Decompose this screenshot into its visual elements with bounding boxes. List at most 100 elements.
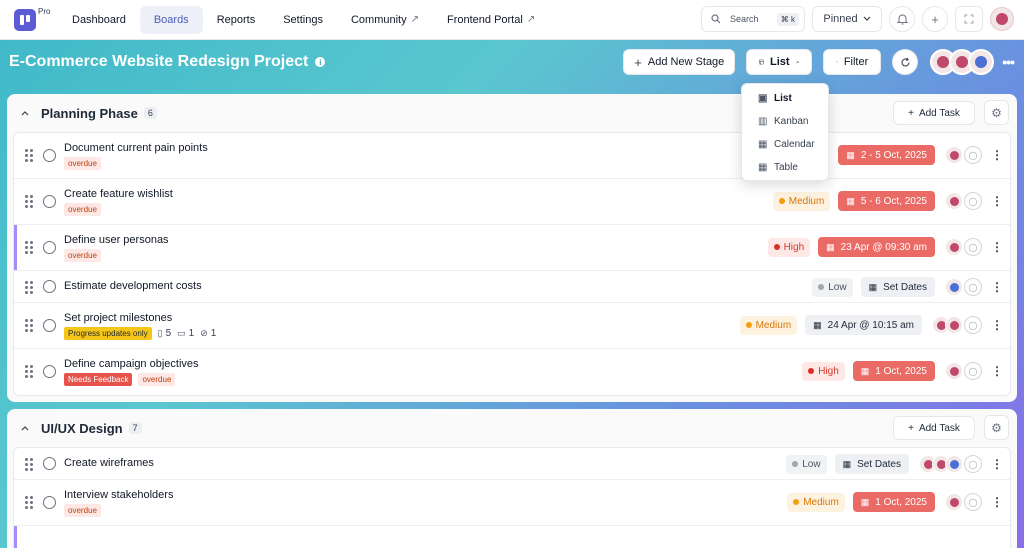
task-name[interactable]: Set project milestones — [64, 312, 172, 324]
project-members[interactable] — [930, 49, 995, 75]
task-checkbox[interactable] — [43, 241, 56, 254]
task-name[interactable]: Create feature wishlist — [64, 188, 173, 200]
add-task-label: Add Task — [918, 107, 960, 119]
due-date-pill[interactable]: ▦ 2 - 5 Oct, 2025 — [838, 145, 935, 165]
task-name[interactable]: Create wireframes — [64, 457, 154, 469]
task-row[interactable]: Document current pain points overdue ▦ 2 … — [14, 133, 1010, 179]
due-date-pill[interactable]: ▦ 24 Apr @ 10:15 am — [805, 315, 922, 335]
user-avatar[interactable] — [990, 7, 1014, 31]
task-checkbox[interactable] — [43, 319, 56, 332]
kebab-icon[interactable]: ⋮ — [987, 280, 1007, 294]
assignees[interactable]: ◯ — [919, 455, 982, 473]
kebab-icon[interactable]: ⋮ — [987, 495, 1007, 509]
drag-handle-icon[interactable] — [25, 458, 33, 471]
due-date-pill[interactable]: ▦ 1 Oct, 2025 — [852, 492, 935, 512]
filter-button[interactable]: Filter — [823, 49, 882, 75]
nav-reports[interactable]: Reports — [203, 6, 270, 34]
kebab-icon[interactable]: ⋮ — [987, 148, 1007, 162]
collapse-button[interactable] — [17, 420, 33, 436]
stage-settings-button[interactable]: ⚙ — [984, 100, 1009, 125]
drag-handle-icon[interactable] — [25, 195, 33, 208]
assignees[interactable]: ◯ — [945, 146, 982, 164]
priority-badge[interactable]: High — [802, 361, 845, 381]
assignees[interactable]: ◯ — [945, 362, 982, 380]
drag-handle-icon[interactable] — [25, 496, 33, 509]
task-name[interactable]: Document current pain points — [64, 142, 208, 154]
drag-handle-icon[interactable] — [25, 365, 33, 378]
priority-badge[interactable]: Low — [786, 454, 827, 474]
assignees[interactable]: ◯ — [945, 192, 982, 210]
notifications-button[interactable] — [889, 6, 915, 32]
drag-handle-icon[interactable] — [25, 319, 33, 332]
fullscreen-button[interactable] — [955, 6, 983, 32]
priority-badge[interactable]: High — [767, 237, 811, 257]
kebab-icon[interactable]: ⋮ — [987, 240, 1007, 254]
kebab-icon[interactable]: ⋮ — [987, 457, 1007, 471]
assignees[interactable]: ◯ — [945, 493, 982, 511]
app-logo[interactable] — [14, 8, 36, 31]
nav-frontend-portal[interactable]: Frontend Portal ↗ — [433, 6, 549, 34]
more-icon[interactable]: ••• — [1002, 54, 1015, 70]
task-row[interactable]: Create wireframes Low ▦ Set Dates ◯ ⋮ — [14, 448, 1010, 480]
task-row[interactable]: Interview stakeholders overdue Medium ▦ 1… — [14, 480, 1010, 526]
task-row[interactable]: Create feature wishlist overdue Medium ▦… — [14, 179, 1010, 225]
collapse-button[interactable] — [17, 105, 33, 121]
task-checkbox[interactable] — [43, 280, 56, 293]
task-row[interactable]: Set project milestones Progress updates … — [14, 303, 1010, 349]
task-checkbox[interactable] — [43, 457, 56, 470]
task-row[interactable]: Define user personas overdue High ▦ 23 Ap… — [14, 225, 1010, 271]
stage-settings-button[interactable]: ⚙ — [984, 415, 1009, 440]
view-option-kanban[interactable]: ▥ Kanban — [742, 110, 828, 133]
assignees[interactable]: ◯ — [945, 238, 982, 256]
priority-badge[interactable]: Low — [812, 277, 853, 297]
set-dates-button[interactable]: ▦ Set Dates — [860, 277, 935, 297]
priority-badge[interactable]: Medium — [787, 492, 845, 512]
drag-handle-icon[interactable] — [25, 241, 33, 254]
assignees[interactable]: ◯ — [945, 278, 982, 296]
drag-handle-icon[interactable] — [25, 149, 33, 162]
add-new-stage-button[interactable]: + Add New Stage — [623, 49, 736, 75]
assignee-avatar — [945, 455, 963, 473]
due-date-pill[interactable]: ▦ 5 - 6 Oct, 2025 — [838, 191, 935, 211]
create-button[interactable]: + — [922, 6, 948, 32]
due-date-label: 5 - 6 Oct, 2025 — [860, 195, 927, 207]
task-row[interactable]: Define campaign objectives Needs Feedbac… — [14, 349, 1010, 395]
set-dates-button[interactable]: ▦ Set Dates — [834, 454, 909, 474]
avatar-face — [949, 497, 959, 507]
task-name[interactable]: Define campaign objectives — [64, 358, 199, 370]
kebab-icon[interactable]: ⋮ — [987, 318, 1007, 332]
view-option-list[interactable]: ▣ List — [742, 87, 828, 110]
kebab-icon[interactable]: ⋮ — [987, 194, 1007, 208]
task-checkbox[interactable] — [43, 195, 56, 208]
task-checkbox[interactable] — [43, 365, 56, 378]
task-row[interactable]: Estimate development costs Low ▦ Set Date… — [14, 271, 1010, 303]
task-name[interactable]: Define user personas — [64, 234, 169, 246]
info-icon[interactable]: i — [315, 57, 326, 67]
priority-badge[interactable]: Medium — [739, 315, 798, 335]
nav-dashboard[interactable]: Dashboard — [58, 6, 140, 34]
calendar-icon: ▦ — [842, 458, 852, 469]
due-date-pill[interactable]: ▦ 1 Oct, 2025 — [852, 361, 935, 381]
view-option-table[interactable]: ▦ Table — [742, 156, 828, 179]
chevron-up-icon — [21, 426, 29, 431]
task-checkbox[interactable] — [43, 149, 56, 162]
task-name[interactable]: Interview stakeholders — [64, 489, 173, 501]
nav-community[interactable]: Community ↗ — [337, 6, 433, 34]
add-task-button[interactable]: + Add Task — [893, 416, 975, 440]
refresh-button[interactable] — [892, 49, 919, 75]
nav-boards[interactable]: Boards — [139, 5, 203, 34]
priority-badge[interactable]: Medium — [772, 191, 831, 211]
task-checkbox[interactable] — [43, 496, 56, 509]
assignees[interactable]: ◯ — [932, 316, 982, 334]
task-row-partial[interactable] — [14, 526, 1010, 548]
add-task-button[interactable]: + Add Task — [893, 101, 975, 125]
due-date-pill[interactable]: ▦ 23 Apr @ 09:30 am — [818, 237, 935, 257]
view-option-calendar[interactable]: ▦ Calendar — [742, 133, 828, 156]
search-input[interactable]: Search ⌘ k — [701, 6, 805, 32]
view-switcher-button[interactable]: List — [746, 49, 813, 75]
drag-handle-icon[interactable] — [25, 281, 33, 294]
pinned-dropdown[interactable]: Pinned — [812, 6, 882, 32]
kebab-icon[interactable]: ⋮ — [987, 364, 1007, 378]
task-name[interactable]: Estimate development costs — [64, 280, 202, 292]
nav-settings[interactable]: Settings — [269, 6, 337, 34]
